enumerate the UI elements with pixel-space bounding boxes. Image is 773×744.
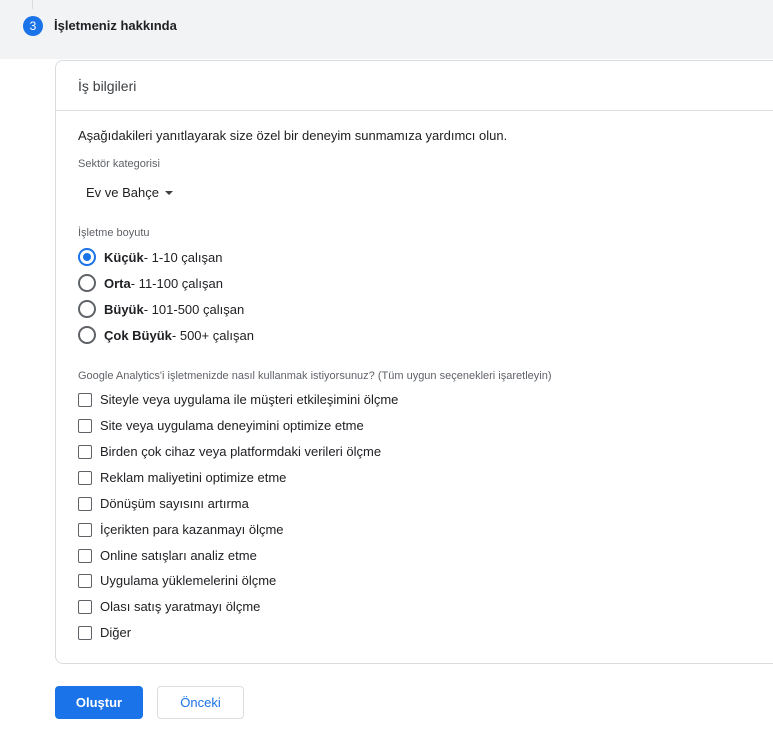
caret-down-icon: [165, 190, 173, 195]
checkbox-icon[interactable]: [78, 418, 92, 433]
previous-button[interactable]: Önceki: [157, 686, 244, 719]
usage-option[interactable]: Online satışları analiz etme: [78, 548, 257, 563]
size-option-name: Küçük: [104, 249, 144, 265]
usage-option-label: Siteyle veya uygulama ile müşteri etkile…: [100, 392, 399, 407]
sector-selected-value: Ev ve Bahçe: [86, 185, 159, 200]
step-number-badge: 3: [23, 16, 43, 36]
usage-option-label: Reklam maliyetini optimize etme: [100, 470, 287, 485]
usage-option[interactable]: Dönüşüm sayısını artırma: [78, 496, 249, 511]
usage-question-label: Google Analytics'i işletmenizde nasıl ku…: [78, 370, 552, 382]
usage-option-label: Uygulama yüklemelerini ölçme: [100, 573, 277, 588]
usage-option-label: Birden çok cihaz veya platformdaki veril…: [100, 444, 382, 459]
usage-option-label: Dönüşüm sayısını artırma: [100, 496, 249, 511]
create-button[interactable]: Oluştur: [55, 686, 143, 719]
usage-option[interactable]: Siteyle veya uygulama ile müşteri etkile…: [78, 392, 398, 407]
checkbox-icon[interactable]: [78, 392, 92, 407]
size-option-very-large[interactable]: Çok Büyük - 500+ çalışan: [78, 326, 254, 344]
radio-unchecked-icon[interactable]: [78, 274, 96, 292]
usage-option-label: Olası satış yaratmayı ölçme: [100, 599, 261, 614]
usage-option[interactable]: Reklam maliyetini optimize etme: [78, 470, 286, 485]
sector-label: Sektör kategorisi: [78, 158, 160, 170]
size-option-range: - 500+ çalışan: [171, 327, 254, 343]
usage-option[interactable]: Olası satış yaratmayı ölçme: [78, 599, 260, 614]
size-option-large[interactable]: Büyük - 101-500 çalışan: [78, 300, 244, 318]
card-title: İş bilgileri: [56, 61, 773, 111]
size-option-name: Çok Büyük: [104, 327, 172, 343]
checkbox-icon[interactable]: [78, 573, 92, 588]
size-option-name: Büyük: [104, 301, 144, 317]
size-option-range: - 101-500 çalışan: [143, 301, 245, 317]
size-option-name: Orta: [104, 275, 131, 291]
business-size-label: İşletme boyutu: [78, 227, 150, 239]
business-info-card: İş bilgileri Aşağıdakileri yanıtlayarak …: [55, 60, 773, 664]
checkbox-icon[interactable]: [78, 522, 92, 537]
sector-dropdown[interactable]: Ev ve Bahçe: [86, 185, 173, 200]
usage-option[interactable]: İçerikten para kazanmayı ölçme: [78, 522, 284, 537]
checkbox-icon[interactable]: [78, 496, 92, 511]
usage-option[interactable]: Site veya uygulama deneyimini optimize e…: [78, 418, 364, 433]
usage-option[interactable]: Diğer: [78, 625, 131, 640]
usage-option[interactable]: Birden çok cihaz veya platformdaki veril…: [78, 444, 381, 459]
checkbox-icon[interactable]: [78, 548, 92, 563]
checkbox-icon[interactable]: [78, 625, 92, 640]
size-option-range: - 11-100 çalışan: [130, 275, 223, 291]
usage-option[interactable]: Uygulama yüklemelerini ölçme: [78, 573, 276, 588]
step-title: İşletmeniz hakkında: [54, 18, 177, 33]
usage-option-label: Site veya uygulama deneyimini optimize e…: [100, 418, 364, 433]
usage-option-label: İçerikten para kazanmayı ölçme: [100, 522, 284, 537]
radio-unchecked-icon[interactable]: [78, 300, 96, 318]
checkbox-icon[interactable]: [78, 444, 92, 459]
step-header-band: 3 İşletmeniz hakkında: [0, 0, 773, 59]
size-option-medium[interactable]: Orta - 11-100 çalışan: [78, 274, 223, 292]
usage-option-label: Online satışları analiz etme: [100, 548, 257, 563]
size-option-small[interactable]: Küçük - 1-10 çalışan: [78, 248, 223, 266]
checkbox-icon[interactable]: [78, 470, 92, 485]
radio-checked-icon[interactable]: [78, 248, 96, 266]
intro-text: Aşağıdakileri yanıtlayarak size özel bir…: [78, 128, 508, 143]
size-option-range: - 1-10 çalışan: [143, 249, 223, 265]
checkbox-icon[interactable]: [78, 599, 92, 614]
usage-option-label: Diğer: [100, 625, 132, 640]
radio-unchecked-icon[interactable]: [78, 326, 96, 344]
step-connector-line: [32, 0, 33, 9]
